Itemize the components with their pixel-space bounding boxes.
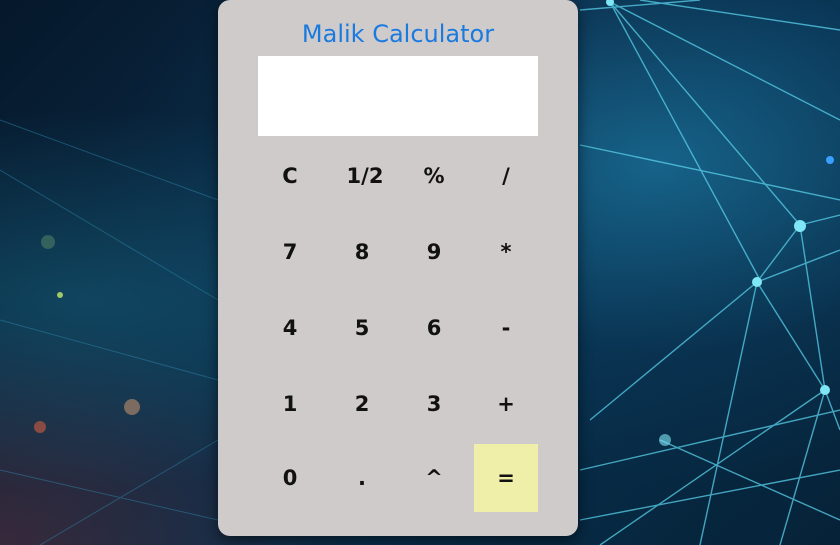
digit-8-button[interactable]: 8: [330, 218, 394, 286]
percent-button[interactable]: %: [402, 142, 466, 210]
digit-3-button[interactable]: 3: [402, 370, 466, 438]
app-title: Malik Calculator: [301, 20, 495, 48]
digit-5-button[interactable]: 5: [330, 294, 394, 362]
digit-4-button[interactable]: 4: [258, 294, 322, 362]
calculator-display[interactable]: [258, 56, 538, 136]
digit-0-button[interactable]: 0: [258, 444, 322, 512]
subtract-button[interactable]: -: [474, 294, 538, 362]
calculator-panel: Malik Calculator C 1/2 % / 7 8 9 * 4 5 6…: [218, 0, 578, 536]
power-button[interactable]: ^: [402, 444, 466, 512]
digit-6-button[interactable]: 6: [402, 294, 466, 362]
clear-button[interactable]: C: [258, 142, 322, 210]
decimal-button[interactable]: .: [330, 444, 394, 512]
divide-button[interactable]: /: [474, 142, 538, 210]
equals-button[interactable]: =: [474, 444, 538, 512]
digit-1-button[interactable]: 1: [258, 370, 322, 438]
digit-9-button[interactable]: 9: [402, 218, 466, 286]
digit-2-button[interactable]: 2: [330, 370, 394, 438]
multiply-button[interactable]: *: [474, 218, 538, 286]
add-button[interactable]: +: [474, 370, 538, 438]
half-button[interactable]: 1/2: [333, 142, 397, 210]
digit-7-button[interactable]: 7: [258, 218, 322, 286]
